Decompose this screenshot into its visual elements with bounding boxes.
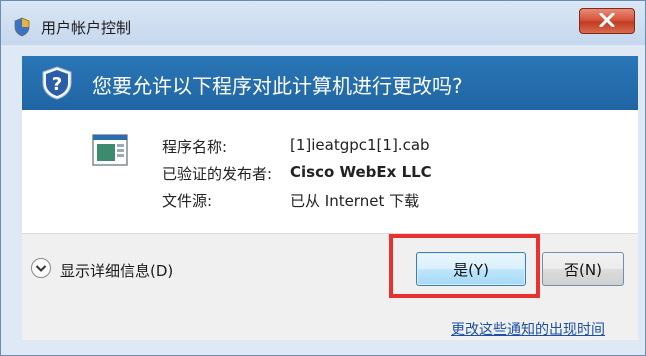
program-icon xyxy=(92,134,128,166)
chevron-down-icon xyxy=(30,257,52,283)
file-source-value: 已从 Internet 下载 xyxy=(290,192,420,210)
window-title: 用户帐户控制 xyxy=(41,19,132,37)
dialog-question: 您要允许以下程序对此计算机进行更改吗? xyxy=(92,74,463,98)
program-name-label: 程序名称: xyxy=(162,138,228,156)
shield-icon xyxy=(13,17,31,37)
close-icon xyxy=(599,12,615,31)
question-shield-icon: ? xyxy=(40,66,74,100)
title-bar: 用户帐户控制 xyxy=(1,1,645,45)
program-details: 程序名称: [1]ieatgpc1[1].cab 已验证的发布者: Cisco … xyxy=(22,110,638,233)
svg-text:?: ? xyxy=(52,74,62,95)
publisher-value: Cisco WebEx LLC xyxy=(290,163,432,181)
program-name-value: [1]ieatgpc1[1].cab xyxy=(290,136,430,154)
no-button[interactable]: 否(N) xyxy=(542,252,624,286)
show-details-label: 显示详细信息(D) xyxy=(60,261,174,280)
show-details-toggle[interactable]: 显示详细信息(D) xyxy=(30,258,173,282)
close-button[interactable] xyxy=(579,8,635,34)
dialog-footer: 显示详细信息(D) 是(Y) 否(N) 更改这些通知的出现时间 xyxy=(22,233,638,340)
question-banner: ? 您要允许以下程序对此计算机进行更改吗? xyxy=(22,56,638,110)
file-source-label: 文件源: xyxy=(162,192,213,210)
change-notification-link[interactable]: 更改这些通知的出现时间 xyxy=(451,319,605,339)
highlight-box xyxy=(389,234,540,298)
uac-dialog: 用户帐户控制 ? 您要允许以下程序对此计算机进行更改吗? 程序名称: [1]ie… xyxy=(0,0,646,356)
publisher-label: 已验证的发布者: xyxy=(162,165,273,183)
